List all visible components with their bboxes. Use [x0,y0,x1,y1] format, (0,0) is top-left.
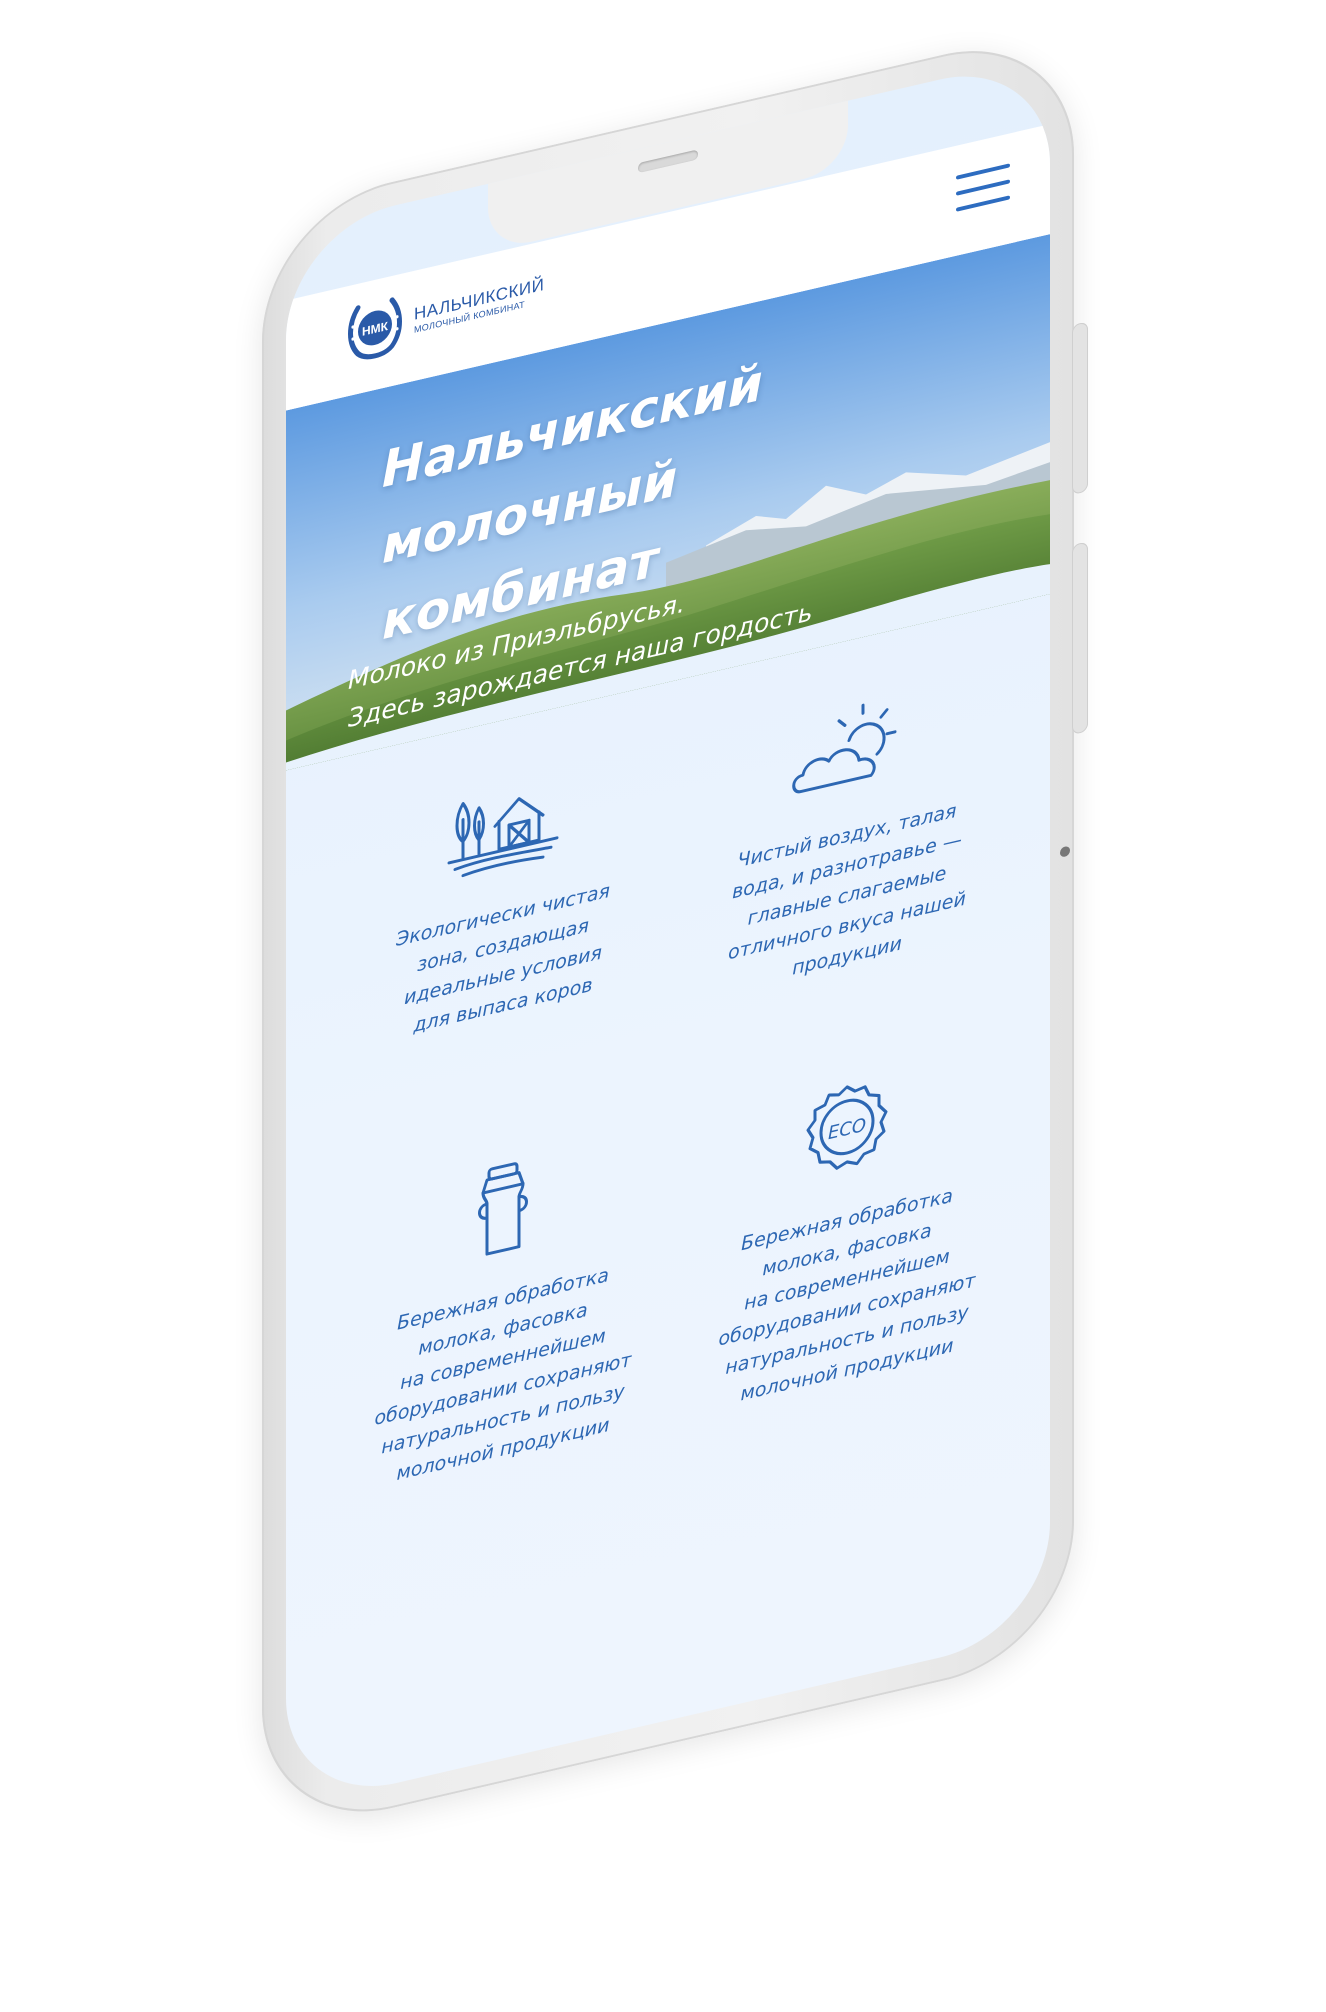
phone-side-button [1072,541,1088,735]
logo-text: НАЛЬЧИКСКИЙ МОЛОЧНЫЙ КОМБИНАТ [414,275,544,335]
feature-item: Экологически чистая зона, создающая идеа… [338,742,668,1058]
phone-screen: НМК НАЛЬЧИКСКИЙ МОЛОЧНЫЙ КОМБИНАТ Нальчи… [286,54,1050,1809]
feature-text: Чистый воздух, талая вода, и разнотравье… [728,799,966,980]
site-logo[interactable]: НМК НАЛЬЧИКСКИЙ МОЛОЧНЫЙ КОМБИНАТ [344,259,544,367]
feature-text: Экологически чистая зона, создающая идеа… [396,879,610,1038]
feature-text: Бережная обработка молока, фасовка на со… [718,1184,976,1406]
phone-speaker [638,149,698,174]
feature-item: Бережная обработка молока, фасовка на со… [338,1122,668,1502]
feature-text: Бережная обработка молока, фасовка на со… [374,1263,632,1485]
phone-mockup: НМК НАЛЬЧИКСКИЙ МОЛОЧНЫЙ КОМБИНАТ Нальчи… [262,24,1088,1838]
sun-cloud-icon [792,703,897,794]
eco-badge-icon: ECO [806,1085,888,1170]
feature-item: Чистый воздух, талая вода, и разнотравье… [682,663,1012,1009]
farm-icon [447,797,559,878]
eco-label: ECO [828,1115,866,1145]
feature-item: ECO Бережная обработка молока, фасовка н… [682,1043,1012,1423]
horseshoe-logo-icon: НМК [348,297,402,360]
hamburger-menu-icon[interactable] [956,163,1010,217]
phone-side-button [1072,321,1088,495]
milk-can-icon [478,1162,528,1256]
